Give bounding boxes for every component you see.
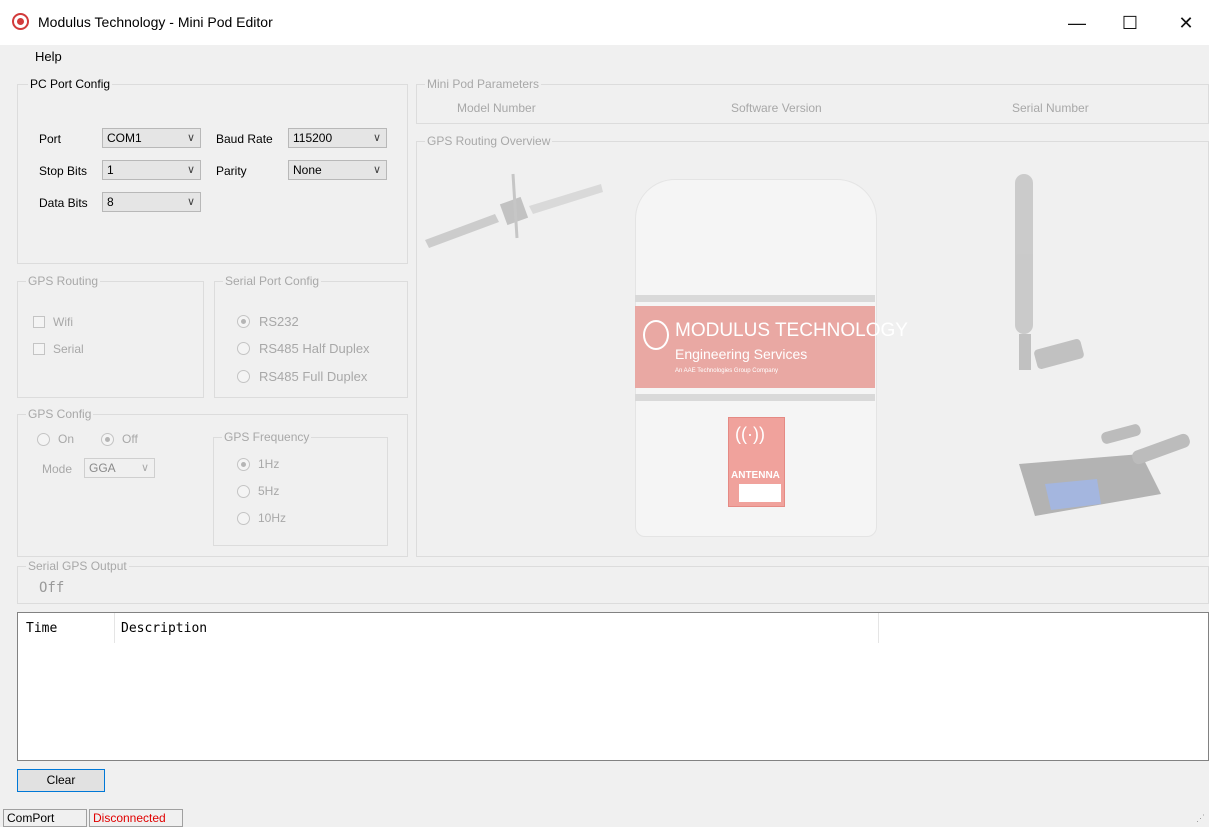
data-bits-value: 8 [107,195,114,209]
antenna-wave-icon: ((·)) [735,424,765,444]
serial-label: Serial [53,342,84,356]
serial-connector-icon [1019,424,1190,516]
log-list[interactable]: Time Description [17,612,1209,761]
stop-bits-select[interactable]: 1 ∨ [102,160,201,180]
wifi-label: Wifi [53,315,73,329]
stop-bits-label: Stop Bits [39,164,88,178]
mac-box [739,484,781,502]
port-value: COM1 [107,131,142,145]
pc-port-config-group: PC Port Config Port COM1 ∨ Baud Rate 1152… [17,77,408,264]
baud-rate-value: 115200 [293,131,333,145]
group-title: PC Port Config [28,77,113,91]
chevron-down-icon: ∨ [186,196,195,208]
pod-stripe [635,295,875,302]
group-title: GPS Routing [26,274,101,288]
software-version-label: Software Version [731,101,822,115]
menu-help[interactable]: Help [35,49,62,64]
group-title: GPS Routing Overview [425,134,553,148]
serial-gps-output-value: Off [39,580,65,596]
pod-tagline: An AAE Technologies Group Company [675,368,778,374]
group-title: Serial GPS Output [26,559,129,573]
wifi-checkbox[interactable] [33,316,45,328]
serial-port-config-group: Serial Port Config RS232 RS485 Half Dupl… [214,274,408,398]
column-header-time[interactable]: Time [26,621,57,636]
group-title: GPS Config [26,407,94,421]
group-title: GPS Frequency [222,430,312,444]
parity-label: Parity [216,164,247,178]
status-bar: ComPort Disconnected ⋰ [0,801,1209,827]
window-title: Modulus Technology - Mini Pod Editor [38,14,273,30]
pod-label-band: MODULUS TECHNOLOGY Engineering Services … [635,306,908,388]
serial-checkbox[interactable] [33,343,45,355]
close-button[interactable]: ✕ [1163,8,1209,38]
rs485-half-radio[interactable] [237,342,250,355]
chevron-down-icon: ∨ [186,164,195,176]
baud-rate-select[interactable]: 115200 ∨ [288,128,387,148]
chevron-down-icon: ∨ [140,462,149,474]
column-divider [878,613,879,643]
clear-button[interactable]: Clear [17,769,105,792]
freq-5hz-label: 5Hz [258,484,280,498]
column-header-description[interactable]: Description [121,621,207,636]
mode-select[interactable]: GGA ∨ [84,458,155,478]
pod-stripe [635,394,875,401]
data-bits-select[interactable]: 8 ∨ [102,192,201,212]
model-number-label: Model Number [457,101,536,115]
port-label: Port [39,132,62,146]
chevron-down-icon: ∨ [186,132,195,144]
brand-logo-icon [643,320,669,350]
gps-off-radio[interactable] [101,433,114,446]
serial-gps-output-group: Serial GPS Output Off [17,559,1209,604]
comport-status: ComPort [3,809,87,827]
gps-routing-overview-group: GPS Routing Overview MODULUS TECHNOLOGY … [416,134,1209,557]
mode-label: Mode [42,462,73,476]
menu-bar: Help [0,45,1209,67]
gps-frequency-group: GPS Frequency 1Hz 5Hz 10Hz [213,430,388,546]
column-divider [114,613,115,643]
group-title: Mini Pod Parameters [425,77,542,91]
chevron-down-icon: ∨ [372,132,381,144]
freq-1hz-label: 1Hz [258,457,280,471]
stop-bits-value: 1 [107,163,114,177]
data-bits-label: Data Bits [39,196,88,210]
satellite-icon [425,173,603,248]
connection-status: Disconnected [89,809,183,827]
pod-subtitle: Engineering Services [675,346,808,362]
rs485-full-label: RS485 Full Duplex [259,369,368,384]
parity-select[interactable]: None ∨ [288,160,387,180]
freq-10hz-radio[interactable] [237,512,250,525]
antenna-sticker: ((·)) ANTENNA [728,417,785,507]
maximize-button[interactable]: ☐ [1107,8,1153,38]
title-bar: Modulus Technology - Mini Pod Editor — ☐… [0,0,1209,45]
rs232-radio[interactable] [237,315,250,328]
minimize-button[interactable]: — [1054,8,1100,38]
resize-grip-icon[interactable]: ⋰ [1196,813,1205,824]
gps-on-radio[interactable] [37,433,50,446]
freq-10hz-label: 10Hz [258,511,287,525]
group-title: Serial Port Config [223,274,322,288]
baud-rate-label: Baud Rate [216,132,273,146]
gps-routing-group: GPS Routing Wifi Serial [17,274,204,398]
rs232-label: RS232 [259,314,299,329]
gps-on-label: On [58,432,75,446]
freq-1hz-radio[interactable] [237,458,250,471]
antenna-label: ANTENNA [731,470,780,481]
rs485-full-radio[interactable] [237,370,250,383]
port-select[interactable]: COM1 ∨ [102,128,201,148]
parity-value: None [293,163,322,177]
mini-pod-parameters-group: Mini Pod Parameters Model Number Softwar… [416,77,1209,124]
mode-value: GGA [89,461,116,475]
freq-5hz-radio[interactable] [237,485,250,498]
app-icon [12,13,29,30]
gps-off-label: Off [122,432,138,446]
pod-brand: MODULUS TECHNOLOGY [675,320,908,341]
antenna-icon [1015,174,1084,370]
rs485-half-label: RS485 Half Duplex [259,341,370,356]
chevron-down-icon: ∨ [372,164,381,176]
gps-config-group: GPS Config On Off Mode GGA ∨ GPS Frequenc… [17,407,408,557]
serial-number-label: Serial Number [1012,101,1089,115]
